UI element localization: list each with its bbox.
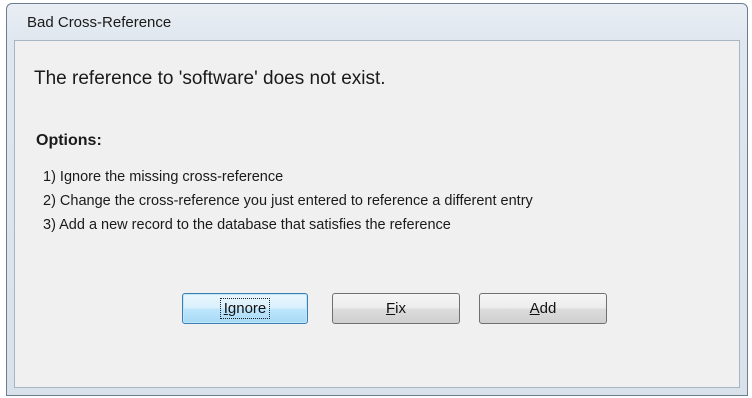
fix-mnemonic: F <box>385 300 396 317</box>
dialog-title: Bad Cross-Reference <box>27 14 172 31</box>
add-label-rest: dd <box>539 300 557 317</box>
add-mnemonic: A <box>529 300 540 317</box>
options-heading: Options: <box>36 132 102 149</box>
error-message: The reference to 'software' does not exi… <box>34 68 386 89</box>
ignore-label-rest: gnore <box>227 300 267 317</box>
option-add-text: 3) Add a new record to the database that… <box>43 217 451 233</box>
fix-label-rest: ix <box>395 300 406 317</box>
add-button-label: Add <box>528 300 559 317</box>
ignore-button-label: Ignore <box>219 298 271 319</box>
fix-button[interactable]: Fix <box>332 293 460 324</box>
bad-cross-reference-dialog: Bad Cross-Reference The reference to 'so… <box>6 3 748 396</box>
ignore-button[interactable]: Ignore <box>182 293 308 324</box>
fix-button-label: Fix <box>384 300 408 317</box>
option-ignore-text: 1) Ignore the missing cross-reference <box>43 169 284 185</box>
option-fix-text: 2) Change the cross-reference you just e… <box>43 193 533 209</box>
dialog-body: The reference to 'software' does not exi… <box>14 40 740 388</box>
add-button[interactable]: Add <box>479 293 607 324</box>
title-bar[interactable]: Bad Cross-Reference <box>7 4 747 40</box>
